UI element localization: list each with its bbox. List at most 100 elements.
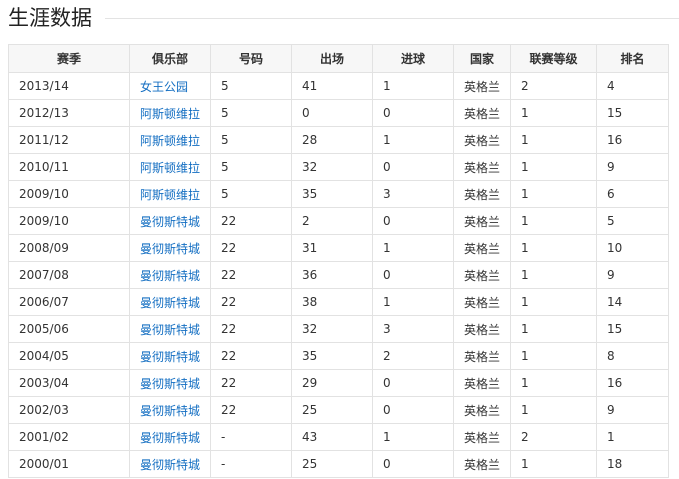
club-link[interactable]: 女王公园 — [140, 80, 188, 94]
header-league-level: 联赛等级 — [510, 44, 597, 73]
cell-season: 2006/07 — [8, 288, 130, 316]
table-row: 2006/07 曼彻斯特城 22 38 1 英格兰 1 14 — [8, 288, 669, 316]
cell-club: 阿斯顿维拉 — [129, 180, 211, 208]
header-goals: 进球 — [372, 44, 454, 73]
cell-goals: 0 — [372, 450, 454, 478]
cell-league-level: 1 — [510, 99, 597, 127]
club-link[interactable]: 曼彻斯特城 — [140, 269, 200, 283]
career-stats-page: 生涯数据 赛季 俱乐部 号码 出场 进球 国家 联赛等级 排名 2013/14 … — [0, 0, 679, 479]
header-club: 俱乐部 — [129, 44, 211, 73]
cell-club: 曼彻斯特城 — [129, 369, 211, 397]
club-link[interactable]: 曼彻斯特城 — [140, 296, 200, 310]
title-divider — [105, 18, 679, 19]
club-link[interactable]: 阿斯顿维拉 — [140, 188, 200, 202]
club-link[interactable]: 曼彻斯特城 — [140, 215, 200, 229]
club-link[interactable]: 曼彻斯特城 — [140, 404, 200, 418]
table-row: 2012/13 阿斯顿维拉 5 0 0 英格兰 1 15 — [8, 99, 669, 127]
cell-goals: 0 — [372, 153, 454, 181]
cell-number: - — [210, 450, 292, 478]
cell-goals: 3 — [372, 315, 454, 343]
cell-number: 5 — [210, 126, 292, 154]
cell-number: 22 — [210, 261, 292, 289]
table-row: 2009/10 曼彻斯特城 22 2 0 英格兰 1 5 — [8, 207, 669, 235]
table-row: 2000/01 曼彻斯特城 -25 0 英格兰 1 18 — [8, 450, 669, 478]
cell-goals: 1 — [372, 288, 454, 316]
cell-rank: 16 — [596, 126, 669, 154]
cell-country: 英格兰 — [453, 99, 511, 127]
cell-appearances: 35 — [291, 180, 373, 208]
cell-club: 曼彻斯特城 — [129, 450, 211, 478]
cell-rank: 15 — [596, 315, 669, 343]
cell-country: 英格兰 — [453, 369, 511, 397]
cell-country: 英格兰 — [453, 288, 511, 316]
cell-season: 2005/06 — [8, 315, 130, 343]
header-appearances: 出场 — [291, 44, 373, 73]
cell-goals: 0 — [372, 396, 454, 424]
cell-appearances: 29 — [291, 369, 373, 397]
cell-league-level: 1 — [510, 288, 597, 316]
cell-appearances: 2 — [291, 207, 373, 235]
cell-appearances: 35 — [291, 342, 373, 370]
cell-number: 5 — [210, 153, 292, 181]
cell-rank: 18 — [596, 450, 669, 478]
table-row: 2003/04 曼彻斯特城 22 29 0 英格兰 1 16 — [8, 369, 669, 397]
cell-season: 2010/11 — [8, 153, 130, 181]
cell-league-level: 1 — [510, 450, 597, 478]
cell-league-level: 1 — [510, 234, 597, 262]
club-link[interactable]: 曼彻斯特城 — [140, 350, 200, 364]
cell-appearances: 31 — [291, 234, 373, 262]
cell-league-level: 1 — [510, 369, 597, 397]
cell-club: 阿斯顿维拉 — [129, 99, 211, 127]
club-link[interactable]: 阿斯顿维拉 — [140, 134, 200, 148]
cell-club: 曼彻斯特城 — [129, 396, 211, 424]
cell-number: 22 — [210, 207, 292, 235]
cell-rank: 9 — [596, 153, 669, 181]
cell-league-level: 1 — [510, 207, 597, 235]
table-row: 2009/10 阿斯顿维拉 5 35 3 英格兰 1 6 — [8, 180, 669, 208]
cell-league-level: 2 — [510, 72, 597, 100]
cell-club: 曼彻斯特城 — [129, 261, 211, 289]
club-link[interactable]: 曼彻斯特城 — [140, 431, 200, 445]
cell-number: 5 — [210, 99, 292, 127]
cell-country: 英格兰 — [453, 207, 511, 235]
table-row: 2001/02 曼彻斯特城 -43 1 英格兰 2 1 — [8, 423, 669, 451]
cell-number: 22 — [210, 369, 292, 397]
club-link[interactable]: 曼彻斯特城 — [140, 242, 200, 256]
club-link[interactable]: 曼彻斯特城 — [140, 377, 200, 391]
cell-season: 2001/02 — [8, 423, 130, 451]
cell-league-level: 1 — [510, 396, 597, 424]
cell-club: 曼彻斯特城 — [129, 288, 211, 316]
table-row: 2005/06 曼彻斯特城 22 32 3 英格兰 1 15 — [8, 315, 669, 343]
cell-goals: 0 — [372, 369, 454, 397]
cell-number: 22 — [210, 315, 292, 343]
cell-appearances: 0 — [291, 99, 373, 127]
club-link[interactable]: 阿斯顿维拉 — [140, 107, 200, 121]
cell-rank: 1 — [596, 423, 669, 451]
cell-number: 22 — [210, 396, 292, 424]
table-row: 2004/05 曼彻斯特城 22 35 2 英格兰 1 8 — [8, 342, 669, 370]
cell-club: 曼彻斯特城 — [129, 207, 211, 235]
club-link[interactable]: 曼彻斯特城 — [140, 323, 200, 337]
cell-rank: 10 — [596, 234, 669, 262]
cell-country: 英格兰 — [453, 342, 511, 370]
club-link[interactable]: 阿斯顿维拉 — [140, 161, 200, 175]
cell-rank: 4 — [596, 72, 669, 100]
cell-goals: 1 — [372, 423, 454, 451]
cell-rank: 6 — [596, 180, 669, 208]
cell-season: 2011/12 — [8, 126, 130, 154]
cell-season: 2012/13 — [8, 99, 130, 127]
table-row: 2002/03 曼彻斯特城 22 25 0 英格兰 1 9 — [8, 396, 669, 424]
club-link[interactable]: 曼彻斯特城 — [140, 458, 200, 472]
cell-rank: 8 — [596, 342, 669, 370]
cell-season: 2007/08 — [8, 261, 130, 289]
cell-league-level: 1 — [510, 180, 597, 208]
cell-rank: 9 — [596, 396, 669, 424]
cell-rank: 16 — [596, 369, 669, 397]
cell-league-level: 1 — [510, 342, 597, 370]
header-season: 赛季 — [8, 44, 130, 73]
cell-appearances: 32 — [291, 315, 373, 343]
cell-number: 22 — [210, 234, 292, 262]
cell-season: 2009/10 — [8, 207, 130, 235]
cell-number: 5 — [210, 72, 292, 100]
cell-season: 2008/09 — [8, 234, 130, 262]
